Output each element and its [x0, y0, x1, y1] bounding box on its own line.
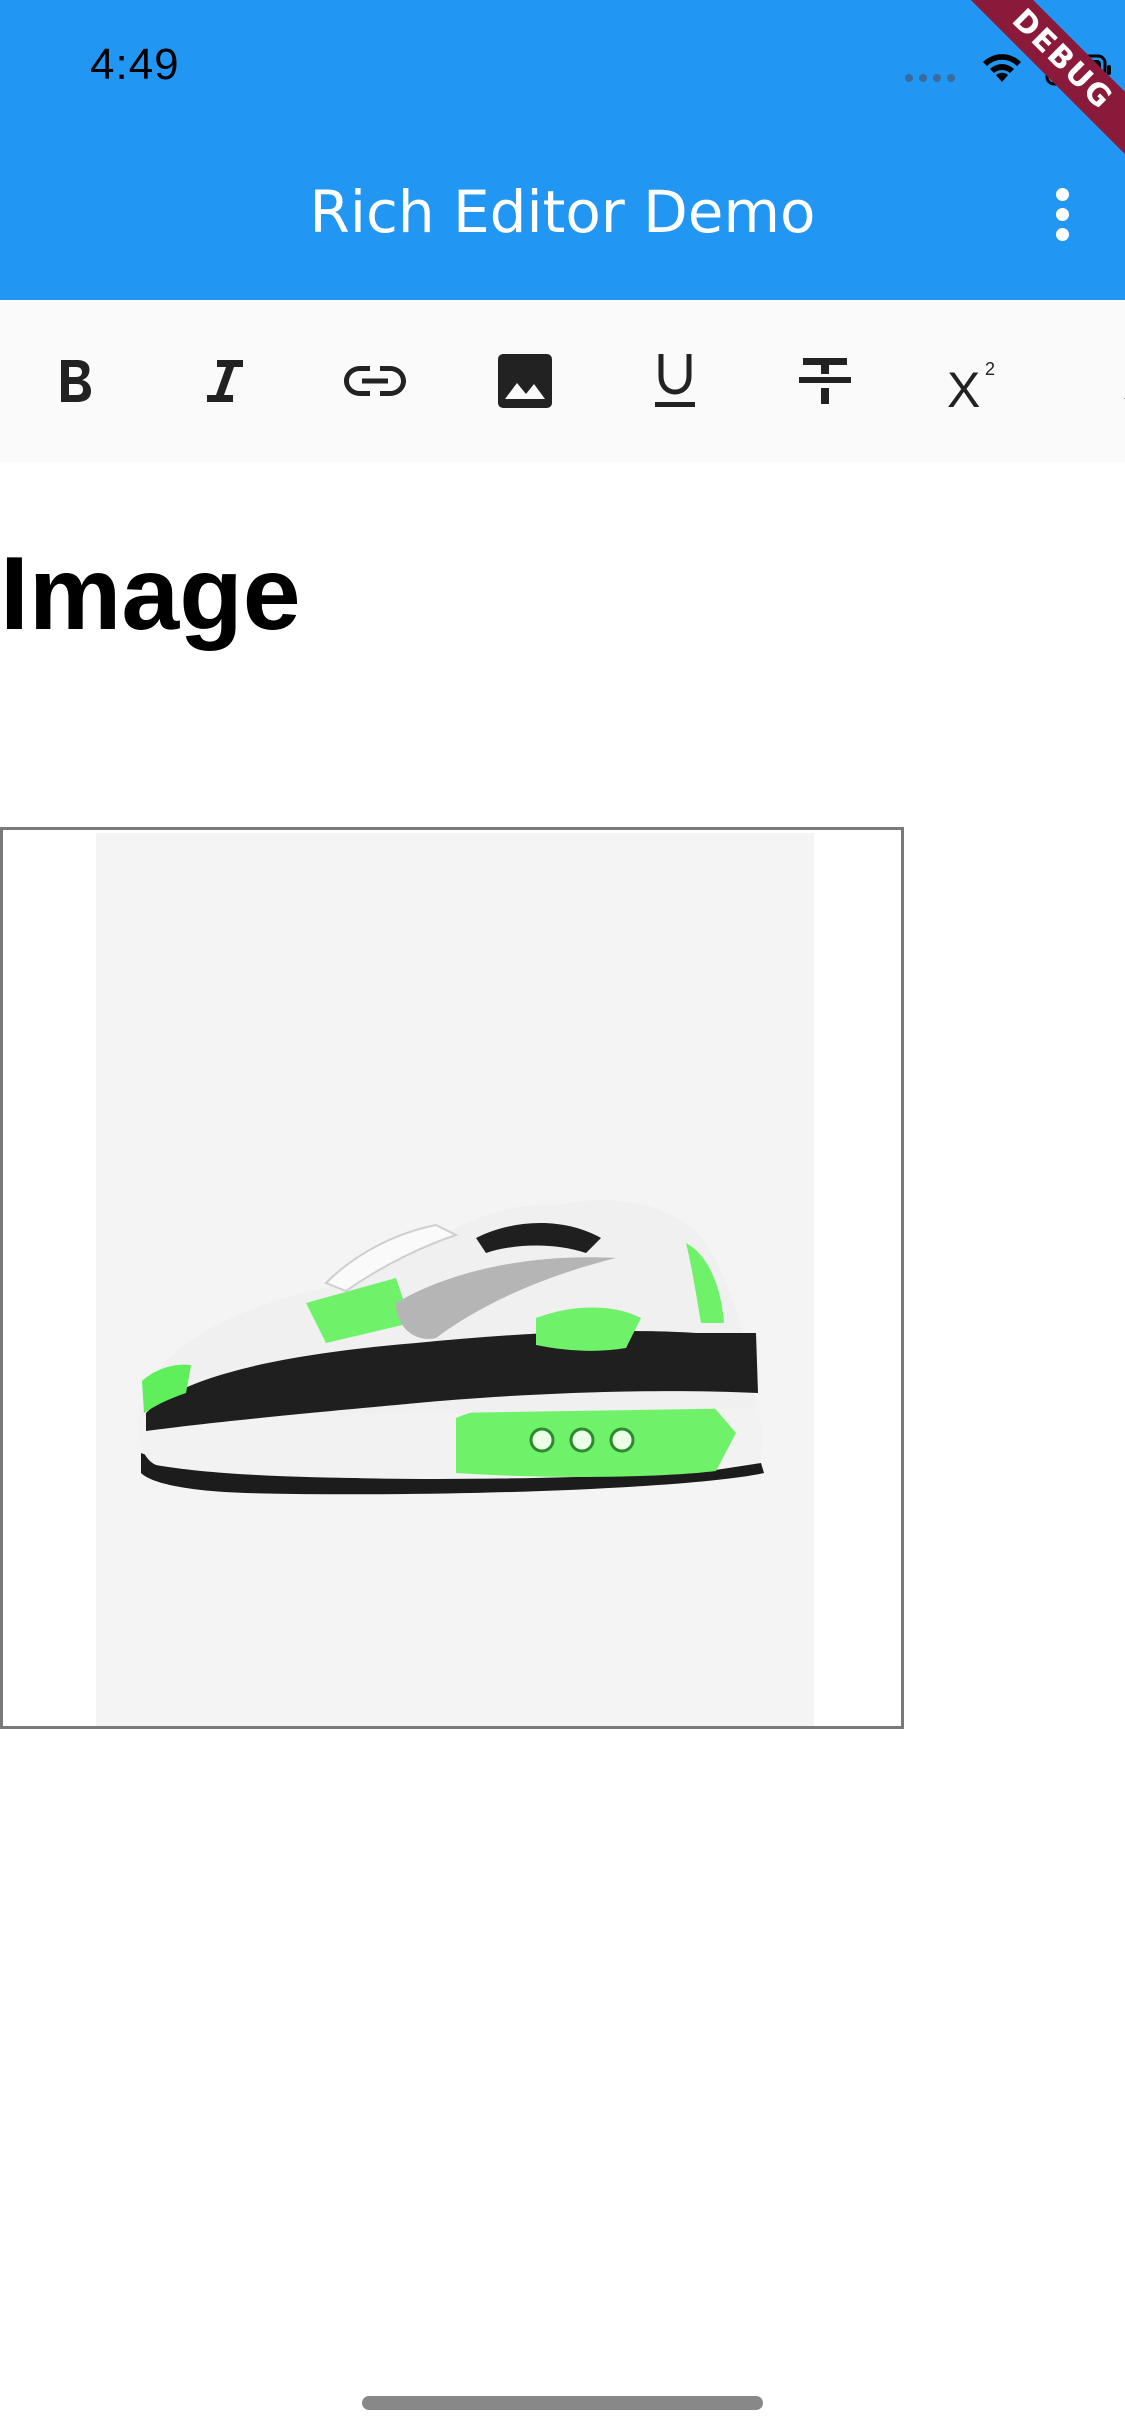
superscript-button[interactable]: X 2: [925, 300, 1025, 462]
sneaker-image: [96, 833, 814, 1726]
embedded-image-frame[interactable]: [0, 827, 904, 1729]
superscript-icon: X 2: [947, 359, 995, 411]
strikethrough-button[interactable]: [775, 300, 875, 462]
image-icon: [498, 354, 552, 408]
content-heading[interactable]: Image: [0, 535, 301, 654]
status-time: 4:49: [90, 40, 180, 89]
wifi-icon: [983, 54, 1021, 82]
svg-text:X: X: [947, 362, 980, 411]
bold-icon: [61, 360, 91, 402]
more-vert-icon[interactable]: [1049, 188, 1075, 244]
underline-button[interactable]: [625, 300, 725, 462]
svg-text:2: 2: [985, 359, 995, 379]
link-button[interactable]: [325, 300, 425, 462]
link-icon: [344, 366, 406, 396]
sneaker-illustration: [137, 1200, 764, 1495]
format-toolbar: X 2 X: [0, 300, 1125, 462]
strikethrough-icon: [799, 358, 851, 404]
cellular-signal-icon: [905, 74, 955, 82]
underline-icon: [655, 354, 695, 407]
page-title: Rich Editor Demo: [309, 178, 816, 246]
italic-icon: [207, 360, 243, 402]
insert-image-button[interactable]: [475, 300, 575, 462]
italic-button[interactable]: [175, 300, 275, 462]
home-indicator[interactable]: [362, 2396, 763, 2410]
subscript-icon: X: [1123, 354, 1125, 410]
subscript-button[interactable]: X: [1075, 300, 1125, 462]
bold-button[interactable]: [25, 300, 125, 462]
app-bar: 4:49 Rich Editor Demo DEBUG: [0, 0, 1125, 300]
